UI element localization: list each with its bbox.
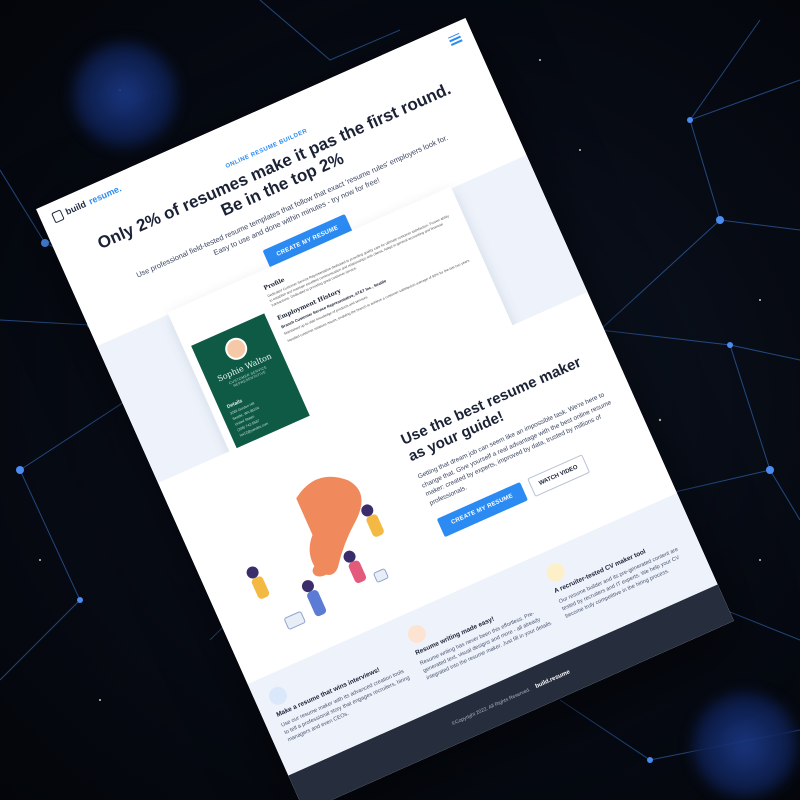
glow-orb-bottom-right: [690, 690, 800, 800]
logo-text: build: [63, 198, 88, 217]
target-icon: [266, 683, 290, 708]
logo-icon: [50, 208, 65, 223]
hamburger-icon[interactable]: [447, 32, 463, 46]
footer-brand[interactable]: build.resume: [535, 669, 572, 690]
logo-accent: resume.: [87, 183, 123, 207]
rocket-icon: [543, 560, 568, 585]
avatar: [221, 334, 251, 364]
pen-icon: [404, 622, 429, 646]
glow-orb-top-left: [70, 40, 180, 150]
guide-text-block: Use the best resume maker as your guide!…: [399, 348, 637, 538]
